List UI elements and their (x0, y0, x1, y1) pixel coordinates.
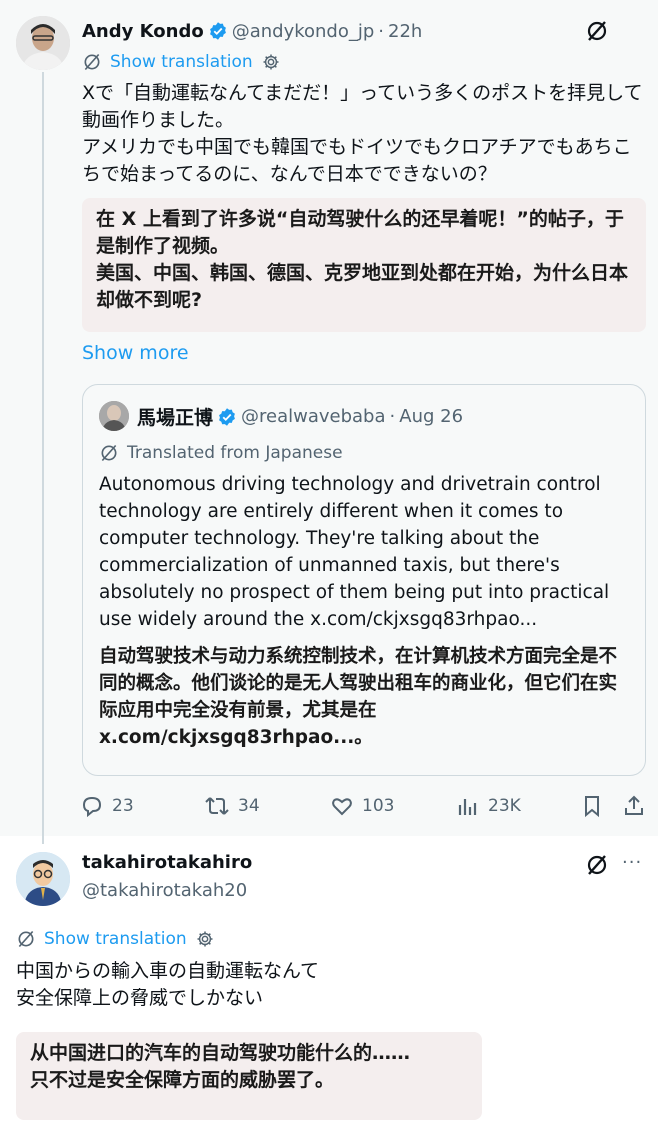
show-translation-label: Show translation (44, 929, 187, 949)
thread-line (42, 72, 44, 844)
verified-badge-icon (208, 21, 228, 41)
reply-icon (82, 796, 102, 818)
quoted-post[interactable]: 馬場正博 @realwavebaba · Aug 26 Translated f… (82, 384, 646, 776)
avatar-image (16, 16, 70, 70)
action-bar: 23 34 103 23K (80, 794, 650, 820)
gear-icon[interactable] (261, 52, 281, 72)
translated-from-text: Translated from Japanese (127, 443, 343, 463)
views-button[interactable]: 23K (456, 794, 521, 818)
post-text: Xで「自動運転なんてまだだ！」っていう多くのポストを拝見して動画作りました。 ア… (82, 82, 643, 185)
separator-dot: · (389, 406, 396, 427)
author-handle[interactable]: @takahirotakah20 (82, 880, 247, 901)
more-options-icon[interactable]: ··· (622, 852, 642, 873)
quote-author-handle[interactable]: @realwavebaba (241, 406, 386, 427)
grok-icon[interactable] (585, 19, 609, 43)
translation-box: 在 X 上看到了许多说“自动驾驶什么的还早着呢！”的帖子，于是制作了视频。 美国… (82, 198, 646, 332)
quote-text: Autonomous driving technology and drivet… (99, 474, 610, 630)
quote-translation-text: 自动驾驶技术与动力系统控制技术，在计算机技术方面完全是不同的概念。他们谈论的是无… (99, 646, 618, 748)
reply-button[interactable]: 23 (80, 794, 134, 818)
share-icon (625, 795, 643, 815)
post-text: 中国からの輸入車の自動運転なんて 安全保障上の脅威でしかない (16, 960, 320, 1009)
verified-badge-icon (217, 407, 237, 427)
show-translation-label: Show translation (110, 52, 253, 72)
separator-dot: · (378, 20, 385, 42)
author-handle[interactable]: @andykondo_jp (232, 21, 375, 42)
translation-text: 在 X 上看到了许多说“自动驾驶什么的还早着呢！”的帖子，于是制作了视频。 美国… (96, 208, 629, 311)
translate-icon (18, 930, 34, 948)
translation-box: 从中国进口的汽车的自动驾驶功能什么的…… 只不过是安全保障方面的威胁罢了。 (16, 1032, 482, 1120)
repost-icon (205, 797, 229, 815)
author-name[interactable]: Andy Kondo (82, 21, 204, 42)
repost-count: 34 (238, 796, 260, 816)
quote-header: 馬場正博 @realwavebaba · Aug 26 (137, 403, 463, 430)
like-count: 103 (362, 796, 395, 816)
share-button[interactable] (622, 794, 654, 818)
quote-avatar[interactable] (99, 401, 129, 431)
translate-icon (84, 53, 100, 71)
translated-from-label: Translated from Japanese (99, 443, 343, 463)
bookmark-button[interactable] (580, 794, 612, 818)
gear-icon[interactable] (195, 929, 215, 949)
author-name[interactable]: takahirotakahiro (82, 852, 252, 873)
avatar-image (16, 852, 70, 906)
quote-author-name[interactable]: 馬場正博 (137, 403, 213, 430)
show-translation-link[interactable]: Show translation (82, 52, 281, 72)
translate-icon (101, 444, 117, 462)
quote-time[interactable]: Aug 26 (399, 406, 463, 427)
avatar[interactable] (16, 16, 70, 70)
repost-button[interactable]: 34 (204, 794, 260, 818)
views-count: 23K (488, 796, 521, 816)
like-button[interactable]: 103 (330, 794, 394, 818)
post-main[interactable]: Andy Kondo @andykondo_jp · 22h Show tran… (0, 0, 658, 844)
post-header: Andy Kondo @andykondo_jp · 22h (82, 18, 422, 44)
post-time[interactable]: 22h (388, 21, 422, 42)
show-translation-link[interactable]: Show translation (16, 929, 215, 949)
avatar[interactable] (16, 852, 70, 906)
translation-text: 从中国进口的汽车的自动驾驶功能什么的…… 只不过是安全保障方面的威胁罢了。 (30, 1042, 411, 1091)
reply-count: 23 (112, 796, 134, 816)
grok-icon[interactable] (585, 853, 609, 877)
show-more-link[interactable]: Show more (82, 342, 189, 364)
views-icon (458, 799, 477, 815)
heart-icon (332, 798, 352, 816)
bookmark-icon (585, 796, 599, 818)
